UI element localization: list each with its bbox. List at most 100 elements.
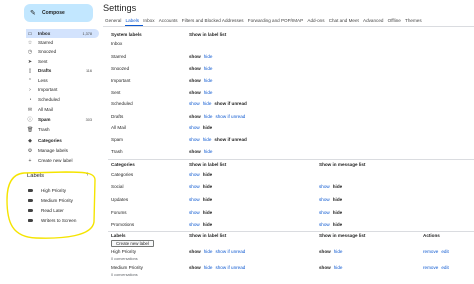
unread-count: 1,378 (82, 31, 92, 36)
label-list-visibility: show hide (189, 66, 215, 71)
tab-advanced[interactable]: Advanced (363, 18, 383, 23)
table-row: Important show hide (111, 78, 474, 86)
tab-general[interactable]: General (105, 18, 121, 23)
sidebar-item-create-new-label[interactable]: + Create new label (28, 156, 99, 165)
sidebar-item-all-mail[interactable]: ✉ All Mail (27, 105, 99, 114)
edit-link[interactable]: edit (441, 249, 448, 254)
label-list-visibility: show hide show if unread (189, 265, 248, 270)
sidebar-item-spam[interactable]: ⓘ Spam 303 (27, 115, 99, 124)
selected-option: hide (202, 184, 213, 189)
toggle-link[interactable]: show (189, 172, 200, 177)
edit-link[interactable]: edit (441, 265, 448, 270)
label-name: Spam (111, 137, 124, 142)
toggle-link[interactable]: hide (204, 66, 213, 71)
toggle-link[interactable]: hide (204, 149, 213, 154)
toggle-link[interactable]: show if unread (215, 249, 245, 254)
label-name: Sent (111, 90, 121, 95)
sidebar-item-important[interactable]: › Important (29, 85, 99, 94)
tab-add-ons[interactable]: Add-ons (307, 18, 324, 23)
sidebar-item-less[interactable]: ⌃ Less (27, 76, 99, 85)
label-list-visibility: show hide (189, 172, 215, 177)
system-labels-header: System labels Show in label list (111, 32, 474, 40)
trash-icon: 🗑 (27, 126, 34, 133)
all-mail-icon: ✉ (27, 106, 33, 113)
toggle-link[interactable]: hide (204, 114, 213, 119)
plus-icon: + (28, 157, 32, 164)
remove-link[interactable]: remove (423, 265, 438, 270)
toggle-link[interactable]: hide (204, 249, 213, 254)
section-divider (108, 231, 474, 232)
tabs-divider (103, 26, 474, 27)
toggle-link[interactable]: hide (204, 78, 213, 83)
label-list-visibility: show hide show if unread (189, 249, 248, 254)
sidebar-item-label: Categories (38, 138, 62, 143)
active-tab-indicator (125, 25, 143, 26)
column-header: Actions (423, 233, 440, 238)
sidebar-item-label: Manage labels (38, 148, 68, 153)
selected-option: hide (202, 222, 213, 227)
toggle-link[interactable]: show (189, 125, 200, 130)
table-row: Inbox (111, 41, 474, 49)
sidebar-item-drafts[interactable]: ▯ Drafts 116 (29, 66, 99, 75)
sidebar-item-categories[interactable]: ◆ Categories (28, 136, 99, 145)
tab-forwarding-and-pop-imap[interactable]: Forwarding and POP/IMAP (248, 18, 303, 23)
selected-option: show (189, 90, 201, 95)
selected-option: show (189, 78, 201, 83)
sidebar-item-sent[interactable]: ➤ Sent (28, 57, 99, 66)
toggle-link[interactable]: show (319, 222, 330, 227)
toggle-link[interactable]: hide (334, 265, 343, 270)
toggle-link[interactable]: show (189, 222, 200, 227)
tab-inbox[interactable]: Inbox (143, 18, 154, 23)
sidebar-item-inbox[interactable]: ▭ Inbox 1,378 (26, 29, 99, 38)
chevron-up-icon: ⌃ (27, 77, 33, 84)
label-list-visibility: show hide (189, 210, 215, 215)
toggle-link[interactable]: hide (204, 265, 213, 270)
sidebar-item-starred[interactable]: ☆ Starred (28, 38, 99, 47)
tab-themes[interactable]: Themes (405, 18, 422, 23)
toggle-link[interactable]: show (319, 210, 330, 215)
toggle-link[interactable]: show (189, 184, 200, 189)
toggle-link[interactable]: show (189, 137, 200, 142)
label-name: Inbox (111, 41, 123, 46)
label-name: All Mail (111, 125, 126, 130)
toggle-link[interactable]: show (319, 197, 330, 202)
column-header: Show in message list (319, 233, 366, 238)
compose-button[interactable]: ✎ Compose (24, 4, 93, 22)
toggle-link[interactable]: hide (204, 90, 213, 95)
message-list-visibility: show hide (319, 265, 345, 270)
toggle-link[interactable]: show (189, 101, 200, 106)
toggle-link[interactable]: hide (204, 54, 213, 59)
conversation-count: 0 conversations (111, 257, 138, 261)
toggle-link[interactable]: show if unread (215, 114, 245, 119)
table-row: Promotions show hide show hide (111, 222, 474, 230)
create-new-label-button[interactable]: Create new label (111, 240, 154, 247)
toggle-link[interactable]: show (319, 184, 330, 189)
toggle-link[interactable]: show (189, 197, 200, 202)
tab-offline[interactable]: Offline (388, 18, 401, 23)
toggle-link[interactable]: show if unread (215, 265, 245, 270)
tab-accounts[interactable]: Accounts (159, 18, 178, 23)
table-row: Trash show hide (111, 149, 474, 157)
sidebar-item-trash[interactable]: 🗑 Trash (27, 125, 99, 134)
categories-icon: ◆ (28, 137, 32, 144)
pencil-icon: ✎ (30, 10, 36, 17)
gear-icon: ⚙ (27, 147, 33, 154)
toggle-link[interactable]: hide (203, 137, 212, 142)
selected-option: show (189, 149, 201, 154)
remove-link[interactable]: remove (423, 249, 438, 254)
sidebar-item-scheduled[interactable]: ◔ Scheduled (28, 95, 99, 104)
toggle-link[interactable]: hide (203, 101, 212, 106)
label-list-visibility: show hide (189, 125, 215, 130)
sidebar-item-manage-labels[interactable]: ⚙ Manage labels (27, 146, 99, 155)
sidebar-item-label: All Mail (38, 107, 53, 112)
table-row: Starred show hide (111, 54, 474, 62)
tab-chat-and-meet[interactable]: Chat and Meet (329, 18, 359, 23)
sidebar-item-snoozed[interactable]: ◷ Snoozed (28, 47, 99, 56)
label-list-visibility: show hide show if unread (189, 137, 250, 142)
tab-labels[interactable]: Labels (126, 18, 140, 23)
toggle-link[interactable]: hide (334, 249, 343, 254)
selected-option: hide (332, 184, 343, 189)
label-list-visibility: show hide (189, 90, 215, 95)
tab-filters-and-blocked-addresses[interactable]: Filters and Blocked Addresses (182, 18, 244, 23)
toggle-link[interactable]: show (189, 210, 200, 215)
